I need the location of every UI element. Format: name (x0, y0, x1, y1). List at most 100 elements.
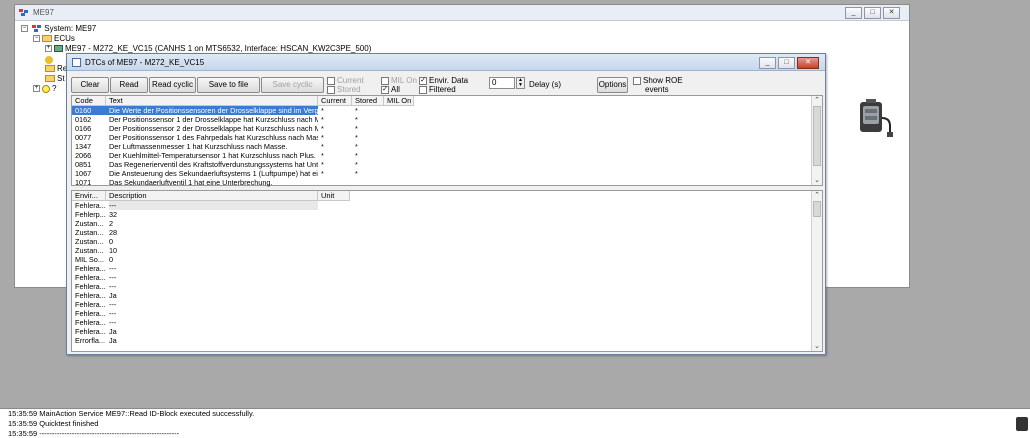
envir-data-checkbox[interactable]: ✓ Envir. Data (419, 76, 468, 85)
tree-item-ecus[interactable]: − ECUs (21, 34, 371, 44)
dtc-scrollbar[interactable]: ⌃ ⌄ (811, 96, 822, 185)
collapse-icon[interactable]: − (21, 25, 28, 33)
read-cyclic-button[interactable]: Read cyclic (149, 77, 196, 93)
cell-desc: --- (109, 201, 318, 210)
stored-checkbox[interactable]: Stored (327, 85, 361, 94)
options-button[interactable]: Options (597, 77, 628, 93)
log-line: 15:35:59 MainAction Service ME97::Read I… (8, 409, 255, 418)
save-to-file-button[interactable]: Save to file (197, 77, 260, 93)
cell-code: 0166 (75, 124, 92, 133)
cell-text: Der Positionssensor 2 der Drosselklappe … (109, 124, 318, 133)
table-row[interactable]: Fehlera... Ja (72, 327, 812, 336)
tree-root-label: System: ME97 (44, 24, 97, 33)
cell-name: MIL So... (75, 255, 104, 264)
checkbox-box[interactable] (327, 85, 335, 94)
outer-window-title: ME97 (33, 8, 54, 17)
table-row[interactable]: 1071 Das Sekundaerluftventil 1 hat eine U… (72, 178, 812, 187)
table-row[interactable]: 0162 Der Positionssensor 1 der Drosselkla… (72, 115, 812, 124)
folder-icon (42, 35, 52, 43)
table-row[interactable]: 0166 Der Positionssensor 2 der Drosselkla… (72, 124, 812, 133)
column-header[interactable]: Description (106, 191, 318, 201)
table-row[interactable]: Zustan... 28 (72, 228, 812, 237)
expand-icon[interactable]: + (33, 85, 40, 93)
checkbox-box[interactable] (419, 85, 427, 94)
table-row[interactable]: Zustan... 10 (72, 246, 812, 255)
table-row[interactable]: 1067 Die Ansteuerung des Sekundaerluftsys… (72, 169, 812, 178)
table-row[interactable]: Fehlera... --- (72, 282, 812, 291)
cell-stored: * (355, 151, 358, 160)
outer-title-bar[interactable]: ME97 _ □ ✕ (15, 5, 909, 21)
column-header[interactable]: Unit (318, 191, 350, 201)
scroll-thumb[interactable] (813, 201, 821, 217)
dialog-title-bar[interactable]: DTCs of ME97 - M272_KE_VC15 _ □ ✕ (67, 54, 825, 71)
checkbox-box[interactable]: ✓ (419, 76, 427, 85)
column-header[interactable]: Code (72, 96, 106, 106)
table-row[interactable]: 0160 Die Werte der Positionssensoren der … (72, 106, 812, 115)
table-row[interactable]: Zustan... 0 (72, 237, 812, 246)
maximize-button[interactable]: □ (864, 7, 881, 19)
table-row[interactable]: Fehlera... --- (72, 318, 812, 327)
close-button[interactable]: ✕ (883, 7, 900, 19)
dialog-maximize-button[interactable]: □ (778, 57, 795, 69)
scroll-up-icon[interactable]: ⌃ (812, 191, 822, 200)
checkbox-box[interactable] (633, 76, 641, 85)
current-checkbox[interactable]: Current (327, 76, 364, 85)
scroll-up-icon[interactable]: ⌃ (812, 96, 822, 105)
mil-on-checkbox[interactable]: MIL On (381, 76, 417, 85)
filtered-checkbox[interactable]: Filtered (419, 85, 456, 94)
delay-label: Delay (s) (529, 80, 562, 89)
checkbox-box[interactable] (327, 76, 335, 85)
table-row[interactable]: 1347 Der Luftmassenmesser 1 hat Kurzschlu… (72, 142, 812, 151)
log-scroll-icon[interactable] (1016, 417, 1028, 431)
checkbox-label: MIL On (391, 76, 417, 85)
table-row[interactable]: 2066 Der Kuehlmittel-Temperatursensor 1 h… (72, 151, 812, 160)
checkbox-label: Envir. Data (429, 76, 469, 85)
column-header[interactable]: Current (318, 96, 352, 106)
table-row[interactable]: Fehlera... --- (72, 309, 812, 318)
column-header[interactable]: MIL On (384, 96, 414, 106)
key-icon (45, 55, 53, 64)
ecu-icon (54, 45, 63, 53)
table-row[interactable]: 0851 Das Regenerierventil des Kraftstoffv… (72, 160, 812, 169)
all-checkbox[interactable]: ✓ All (381, 85, 400, 94)
checkbox-box[interactable]: ✓ (381, 85, 389, 94)
table-row[interactable]: Errorfla... Ja (72, 336, 812, 345)
checkbox-label: Current (337, 76, 364, 85)
delay-input[interactable]: 0 (489, 77, 515, 89)
table-row[interactable]: 0077 Der Positionssensor 1 des Fahrpedals… (72, 133, 812, 142)
table-row[interactable]: Fehlerp... 32 (72, 210, 812, 219)
table-row[interactable]: MIL So... 0 (72, 255, 812, 264)
dialog-minimize-button[interactable]: _ (759, 57, 776, 69)
folder-icon (45, 65, 55, 73)
cell-desc: 2 (109, 219, 114, 228)
expand-icon[interactable]: + (45, 45, 52, 53)
minimize-button[interactable]: _ (845, 7, 862, 19)
dtc-dialog: DTCs of ME97 - M272_KE_VC15 _ □ ✕ Clear … (66, 53, 826, 355)
cell-desc: Ja (109, 327, 117, 336)
table-row[interactable]: Fehlera... --- (72, 264, 812, 273)
cell-stored: * (355, 142, 358, 151)
clear-button[interactable]: Clear (71, 77, 109, 93)
column-header[interactable]: Envir... (72, 191, 106, 201)
table-row[interactable]: Fehlera... Ja (72, 291, 812, 300)
delay-spinner[interactable]: ▲ ▼ (516, 77, 525, 89)
table-row[interactable]: Fehlera... --- (72, 300, 812, 309)
cell-code: 2066 (75, 151, 92, 160)
column-header[interactable]: Stored (352, 96, 384, 106)
dialog-close-button[interactable]: ✕ (797, 57, 819, 69)
table-row[interactable]: Fehlera... --- (72, 201, 812, 210)
scroll-down-icon[interactable]: ⌄ (812, 176, 822, 185)
tree-root[interactable]: − System: ME97 (21, 24, 371, 34)
read-button[interactable]: Read (110, 77, 148, 93)
scroll-down-icon[interactable]: ⌄ (812, 342, 822, 351)
column-header[interactable]: Text (106, 96, 318, 106)
table-row[interactable]: Zustan... 2 (72, 219, 812, 228)
checkbox-label: Stored (337, 85, 361, 94)
checkbox-box[interactable] (381, 76, 389, 85)
scroll-thumb[interactable] (813, 106, 821, 166)
collapse-icon[interactable]: − (33, 35, 40, 43)
table-row[interactable]: Fehlera... --- (72, 273, 812, 282)
show-roe-checkbox[interactable]: Show ROE (633, 76, 683, 85)
save-cyclic-button[interactable]: Save cyclic (261, 77, 324, 93)
env-scrollbar[interactable]: ⌃ ⌄ (811, 191, 822, 351)
